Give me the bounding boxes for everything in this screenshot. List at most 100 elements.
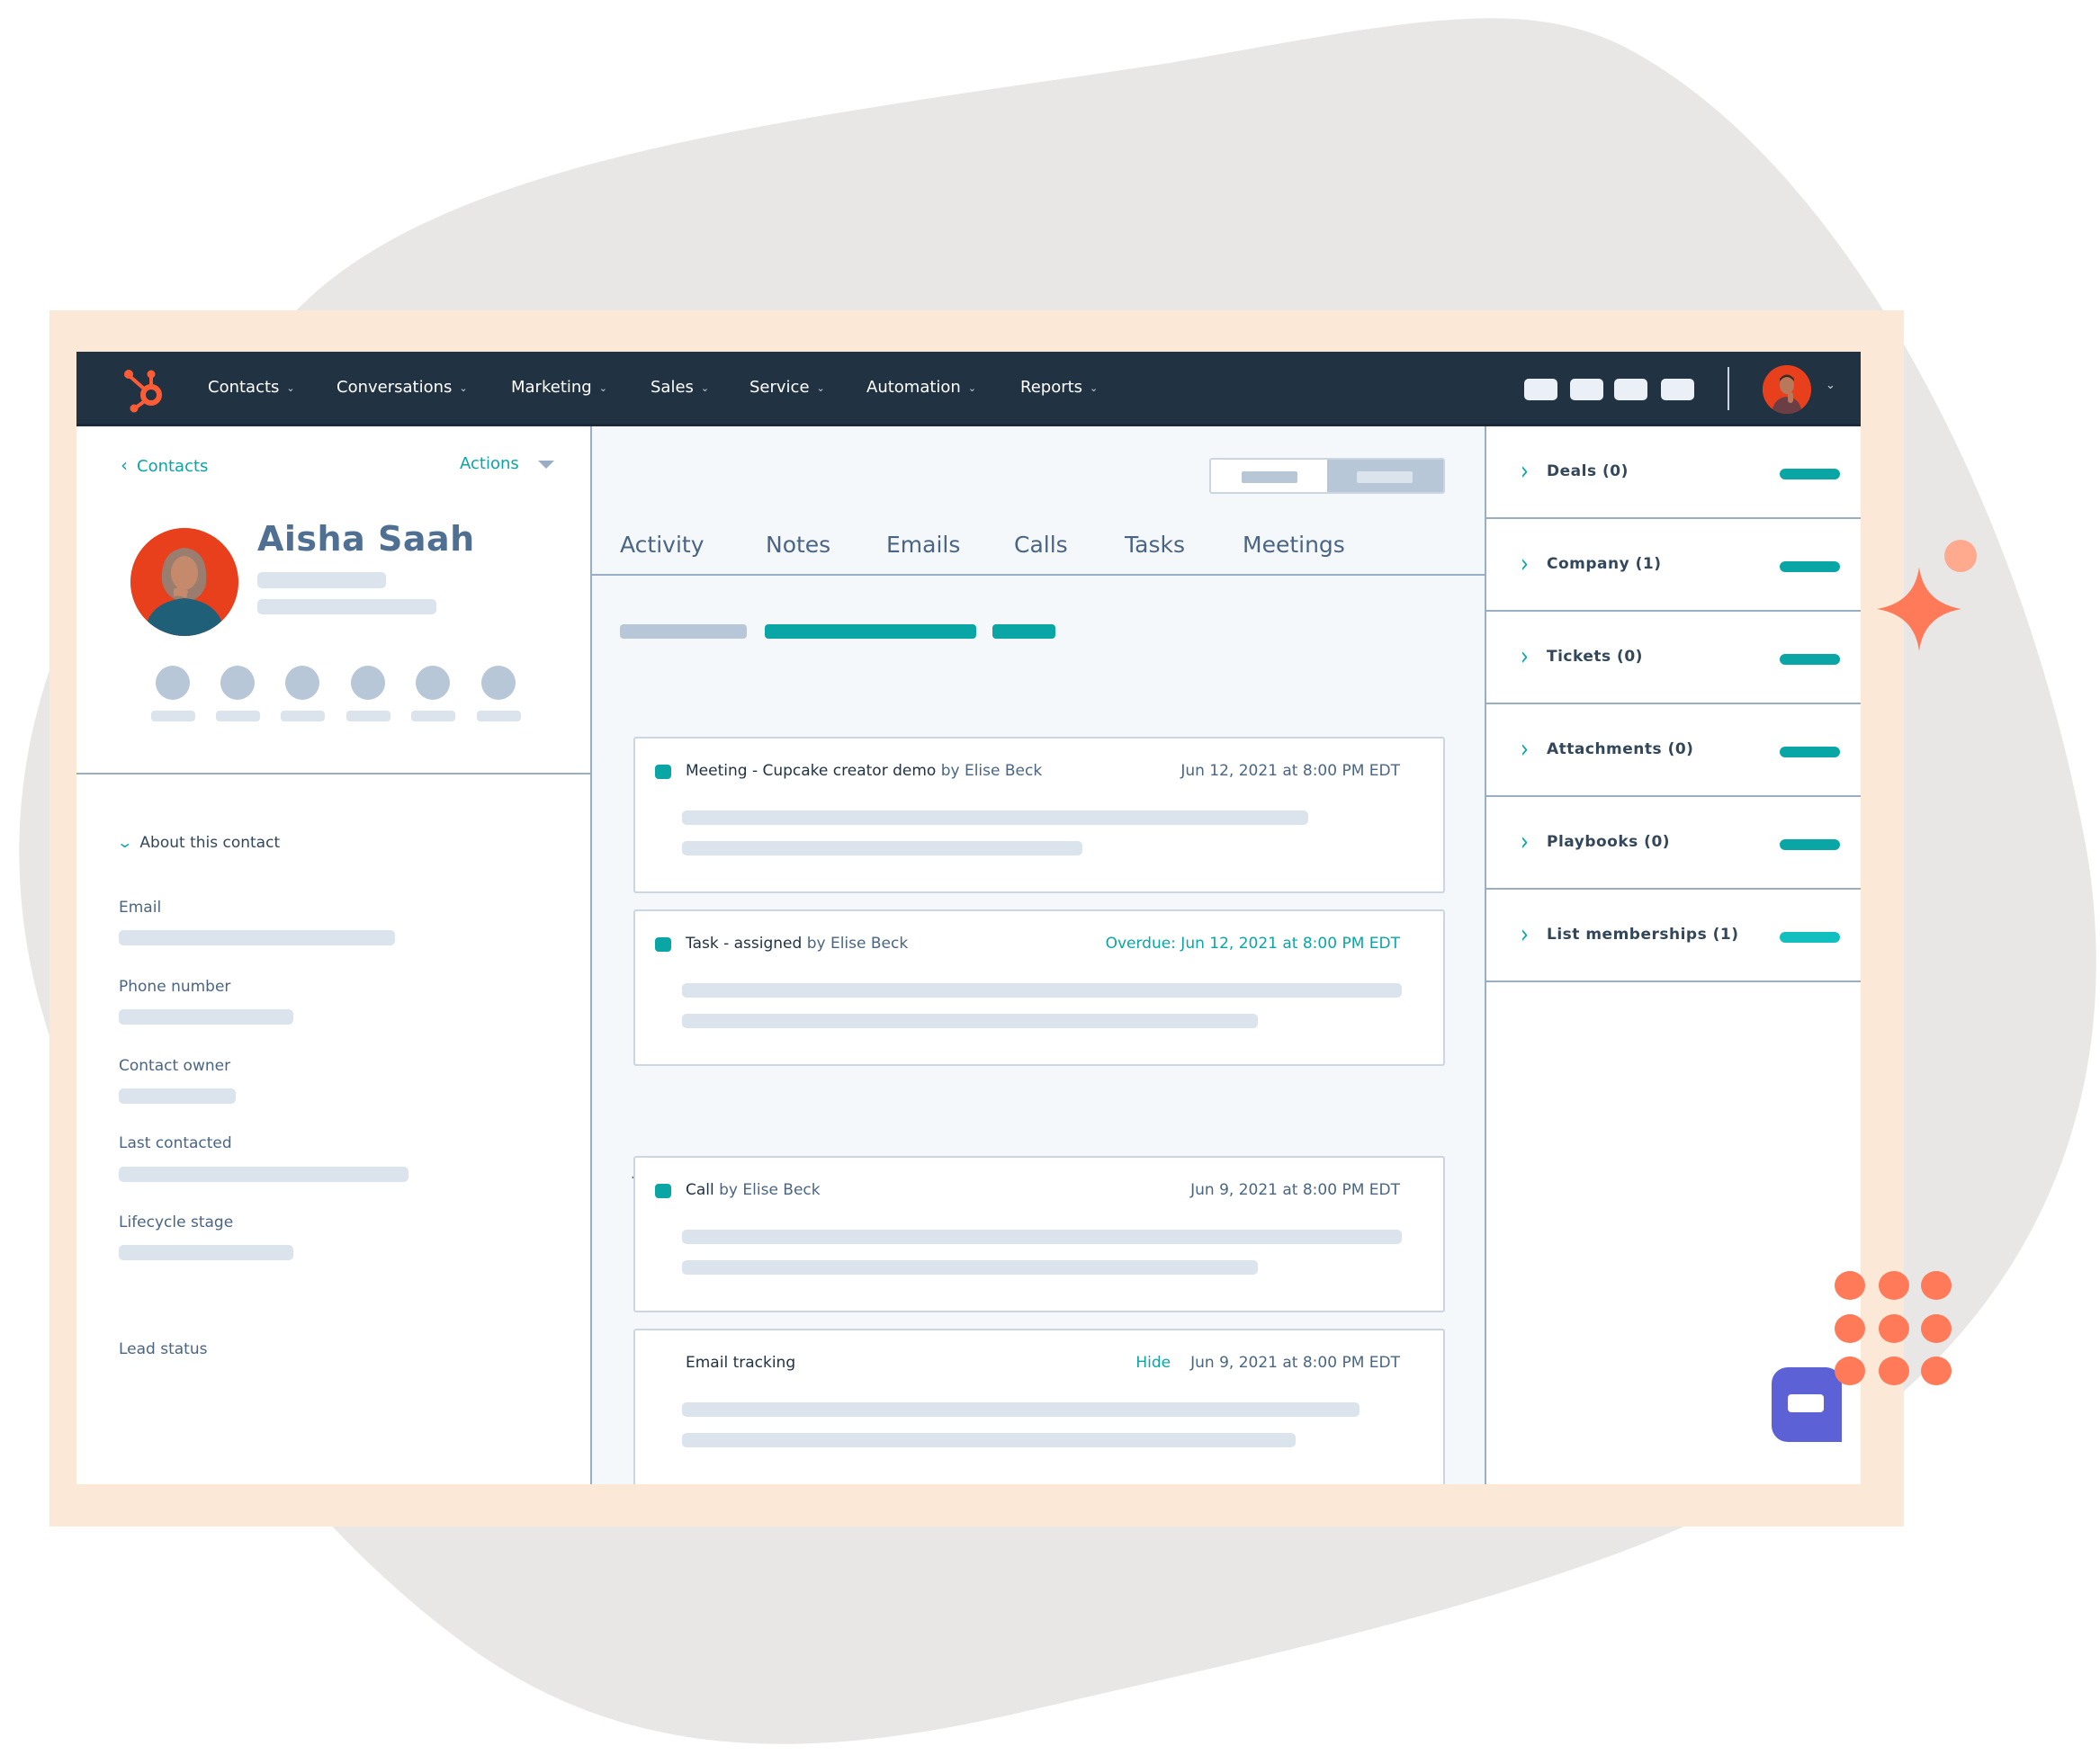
phone-value-placeholder[interactable] bbox=[119, 1009, 293, 1025]
contact-photo-icon bbox=[130, 528, 238, 636]
sidebar-item-deals[interactable]: › Deals (0) bbox=[1486, 426, 1861, 519]
user-avatar[interactable] bbox=[1763, 365, 1811, 414]
sidebar-item-list-memberships[interactable]: › List memberships (1) bbox=[1486, 890, 1861, 982]
actions-dropdown[interactable]: Actions bbox=[460, 454, 519, 473]
sidebar-item-playbooks[interactable]: › Playbooks (0) bbox=[1486, 797, 1861, 890]
sidebar-item-label: Playbooks (0) bbox=[1547, 833, 1671, 851]
sidebar-item-company[interactable]: › Company (1) bbox=[1486, 519, 1861, 612]
chevron-down-icon: ⌄ bbox=[598, 382, 607, 394]
quick-action-button-1[interactable] bbox=[156, 666, 190, 700]
add-button-placeholder[interactable] bbox=[1780, 932, 1840, 943]
quick-action-button-3[interactable] bbox=[285, 666, 319, 700]
nav-item-automation[interactable]: Automation ⌄ bbox=[866, 378, 976, 397]
sidebar-item-tickets[interactable]: › Tickets (0) bbox=[1486, 612, 1861, 704]
timeline-card-email-tracking[interactable]: Email tracking Hide Jun 9, 2021 at 8:00 P… bbox=[633, 1329, 1445, 1484]
activity-timeline: Activity Notes Emails Calls Tasks Meetin… bbox=[592, 426, 1486, 1484]
quick-action-button-5[interactable] bbox=[416, 666, 450, 700]
timeline-card-meeting[interactable]: Meeting - Cupcake creator demo by Elise … bbox=[633, 737, 1445, 893]
add-button-placeholder[interactable] bbox=[1780, 839, 1840, 850]
card-body-placeholder bbox=[682, 1014, 1258, 1028]
card-header: Email tracking Hide Jun 9, 2021 at 8:00 P… bbox=[655, 1354, 1400, 1375]
chevron-down-icon: ⌄ bbox=[116, 834, 134, 851]
nav-item-label: Contacts bbox=[208, 378, 280, 397]
card-body-placeholder bbox=[682, 1260, 1258, 1275]
chat-widget-button[interactable] bbox=[1772, 1367, 1842, 1442]
tab-notes[interactable]: Notes bbox=[766, 532, 830, 558]
decor-dot bbox=[1835, 1357, 1865, 1385]
quick-action-label-placeholder bbox=[346, 711, 390, 721]
add-button-placeholder[interactable] bbox=[1780, 561, 1840, 572]
account-menu-chevron-icon[interactable]: ⌄ bbox=[1826, 379, 1835, 392]
decor-dot bbox=[1921, 1314, 1952, 1343]
field-label-lead-status: Lead status bbox=[119, 1340, 208, 1358]
card-body-placeholder bbox=[682, 983, 1402, 998]
lifecycle-value-placeholder[interactable] bbox=[119, 1245, 293, 1260]
filter-pill-2[interactable] bbox=[765, 624, 976, 639]
contact-company-placeholder bbox=[257, 599, 436, 614]
nav-item-label: Conversations bbox=[337, 378, 453, 397]
tab-activity[interactable]: Activity bbox=[620, 532, 704, 558]
chevron-down-icon: ⌄ bbox=[816, 382, 825, 394]
back-link-label: Contacts bbox=[137, 457, 209, 476]
view-toggle[interactable] bbox=[1209, 458, 1445, 494]
card-title: Meeting - Cupcake creator demo by Elise … bbox=[686, 762, 1042, 780]
last-contacted-value-placeholder[interactable] bbox=[119, 1167, 408, 1182]
add-button-placeholder[interactable] bbox=[1780, 654, 1840, 665]
nav-item-label: Marketing bbox=[511, 378, 592, 397]
about-this-contact-toggle[interactable]: ⌄ About this contact bbox=[116, 834, 280, 852]
caret-down-icon[interactable] bbox=[538, 461, 554, 469]
nav-item-reports[interactable]: Reports ⌄ bbox=[1020, 378, 1098, 397]
contact-name: Aisha Saah bbox=[257, 519, 475, 559]
nav-utility-button-3[interactable] bbox=[1614, 379, 1647, 400]
quick-action-label-placeholder bbox=[411, 711, 455, 721]
card-header: Call by Elise Beck Jun 9, 2021 at 8:00 P… bbox=[655, 1181, 1400, 1203]
nav-utility-button-2[interactable] bbox=[1570, 379, 1603, 400]
sparkle-icon bbox=[1877, 567, 1961, 651]
nav-item-contacts[interactable]: Contacts ⌄ bbox=[208, 378, 295, 397]
nav-utility-button-1[interactable] bbox=[1524, 379, 1557, 400]
timeline-card-call[interactable]: Call by Elise Beck Jun 9, 2021 at 8:00 P… bbox=[633, 1156, 1445, 1312]
chevron-right-icon: › bbox=[1521, 550, 1529, 579]
sidebar-item-label: Attachments (0) bbox=[1547, 740, 1694, 758]
nav-item-marketing[interactable]: Marketing ⌄ bbox=[511, 378, 607, 397]
card-type: Meeting - Cupcake creator demo bbox=[686, 762, 937, 780]
quick-action-button-4[interactable] bbox=[351, 666, 385, 700]
tab-calls[interactable]: Calls bbox=[1014, 532, 1068, 558]
timeline-card-task[interactable]: Task - assigned by Elise Beck Overdue: J… bbox=[633, 909, 1445, 1066]
field-label-email: Email bbox=[119, 899, 162, 917]
add-button-placeholder[interactable] bbox=[1780, 469, 1840, 479]
activity-type-icon bbox=[655, 1184, 671, 1198]
back-to-contacts-link[interactable]: ‹ Contacts bbox=[121, 454, 208, 476]
nav-item-conversations[interactable]: Conversations ⌄ bbox=[337, 378, 468, 397]
sidebar-item-label: Tickets (0) bbox=[1547, 648, 1643, 666]
chevron-right-icon: › bbox=[1521, 828, 1529, 857]
tab-tasks[interactable]: Tasks bbox=[1125, 532, 1185, 558]
owner-value-placeholder[interactable] bbox=[119, 1088, 236, 1104]
card-title: Email tracking bbox=[686, 1354, 795, 1372]
hide-link[interactable]: Hide bbox=[1135, 1354, 1171, 1372]
filter-pill-3[interactable] bbox=[992, 624, 1055, 639]
email-value-placeholder[interactable] bbox=[119, 930, 395, 945]
activity-type-icon bbox=[655, 765, 671, 779]
decor-dot bbox=[1921, 1271, 1952, 1300]
nav-divider bbox=[1728, 367, 1729, 410]
add-button-placeholder[interactable] bbox=[1780, 747, 1840, 757]
tab-meetings[interactable]: Meetings bbox=[1243, 532, 1345, 558]
decor-dot bbox=[1835, 1271, 1865, 1300]
quick-action-button-2[interactable] bbox=[220, 666, 255, 700]
decor-dot bbox=[1879, 1357, 1909, 1385]
quick-action-button-6[interactable] bbox=[481, 666, 516, 700]
nav-item-service[interactable]: Service ⌄ bbox=[749, 378, 825, 397]
view-toggle-right-label-placeholder bbox=[1357, 471, 1413, 483]
nav-item-sales[interactable]: Sales ⌄ bbox=[651, 378, 709, 397]
card-type: Call bbox=[686, 1181, 714, 1199]
quick-action-label-placeholder bbox=[281, 711, 325, 721]
filter-pill-1[interactable] bbox=[620, 624, 747, 639]
card-author: by Elise Beck bbox=[802, 935, 909, 953]
tabs-divider bbox=[592, 574, 1486, 576]
sidebar-item-attachments[interactable]: › Attachments (0) bbox=[1486, 704, 1861, 797]
tab-emails[interactable]: Emails bbox=[886, 532, 960, 558]
contact-sidebar: ‹ Contacts Actions Aisha Saah ⌄ About th… bbox=[76, 426, 592, 1484]
hubspot-logo-icon[interactable] bbox=[121, 366, 166, 413]
nav-utility-button-4[interactable] bbox=[1661, 379, 1694, 400]
